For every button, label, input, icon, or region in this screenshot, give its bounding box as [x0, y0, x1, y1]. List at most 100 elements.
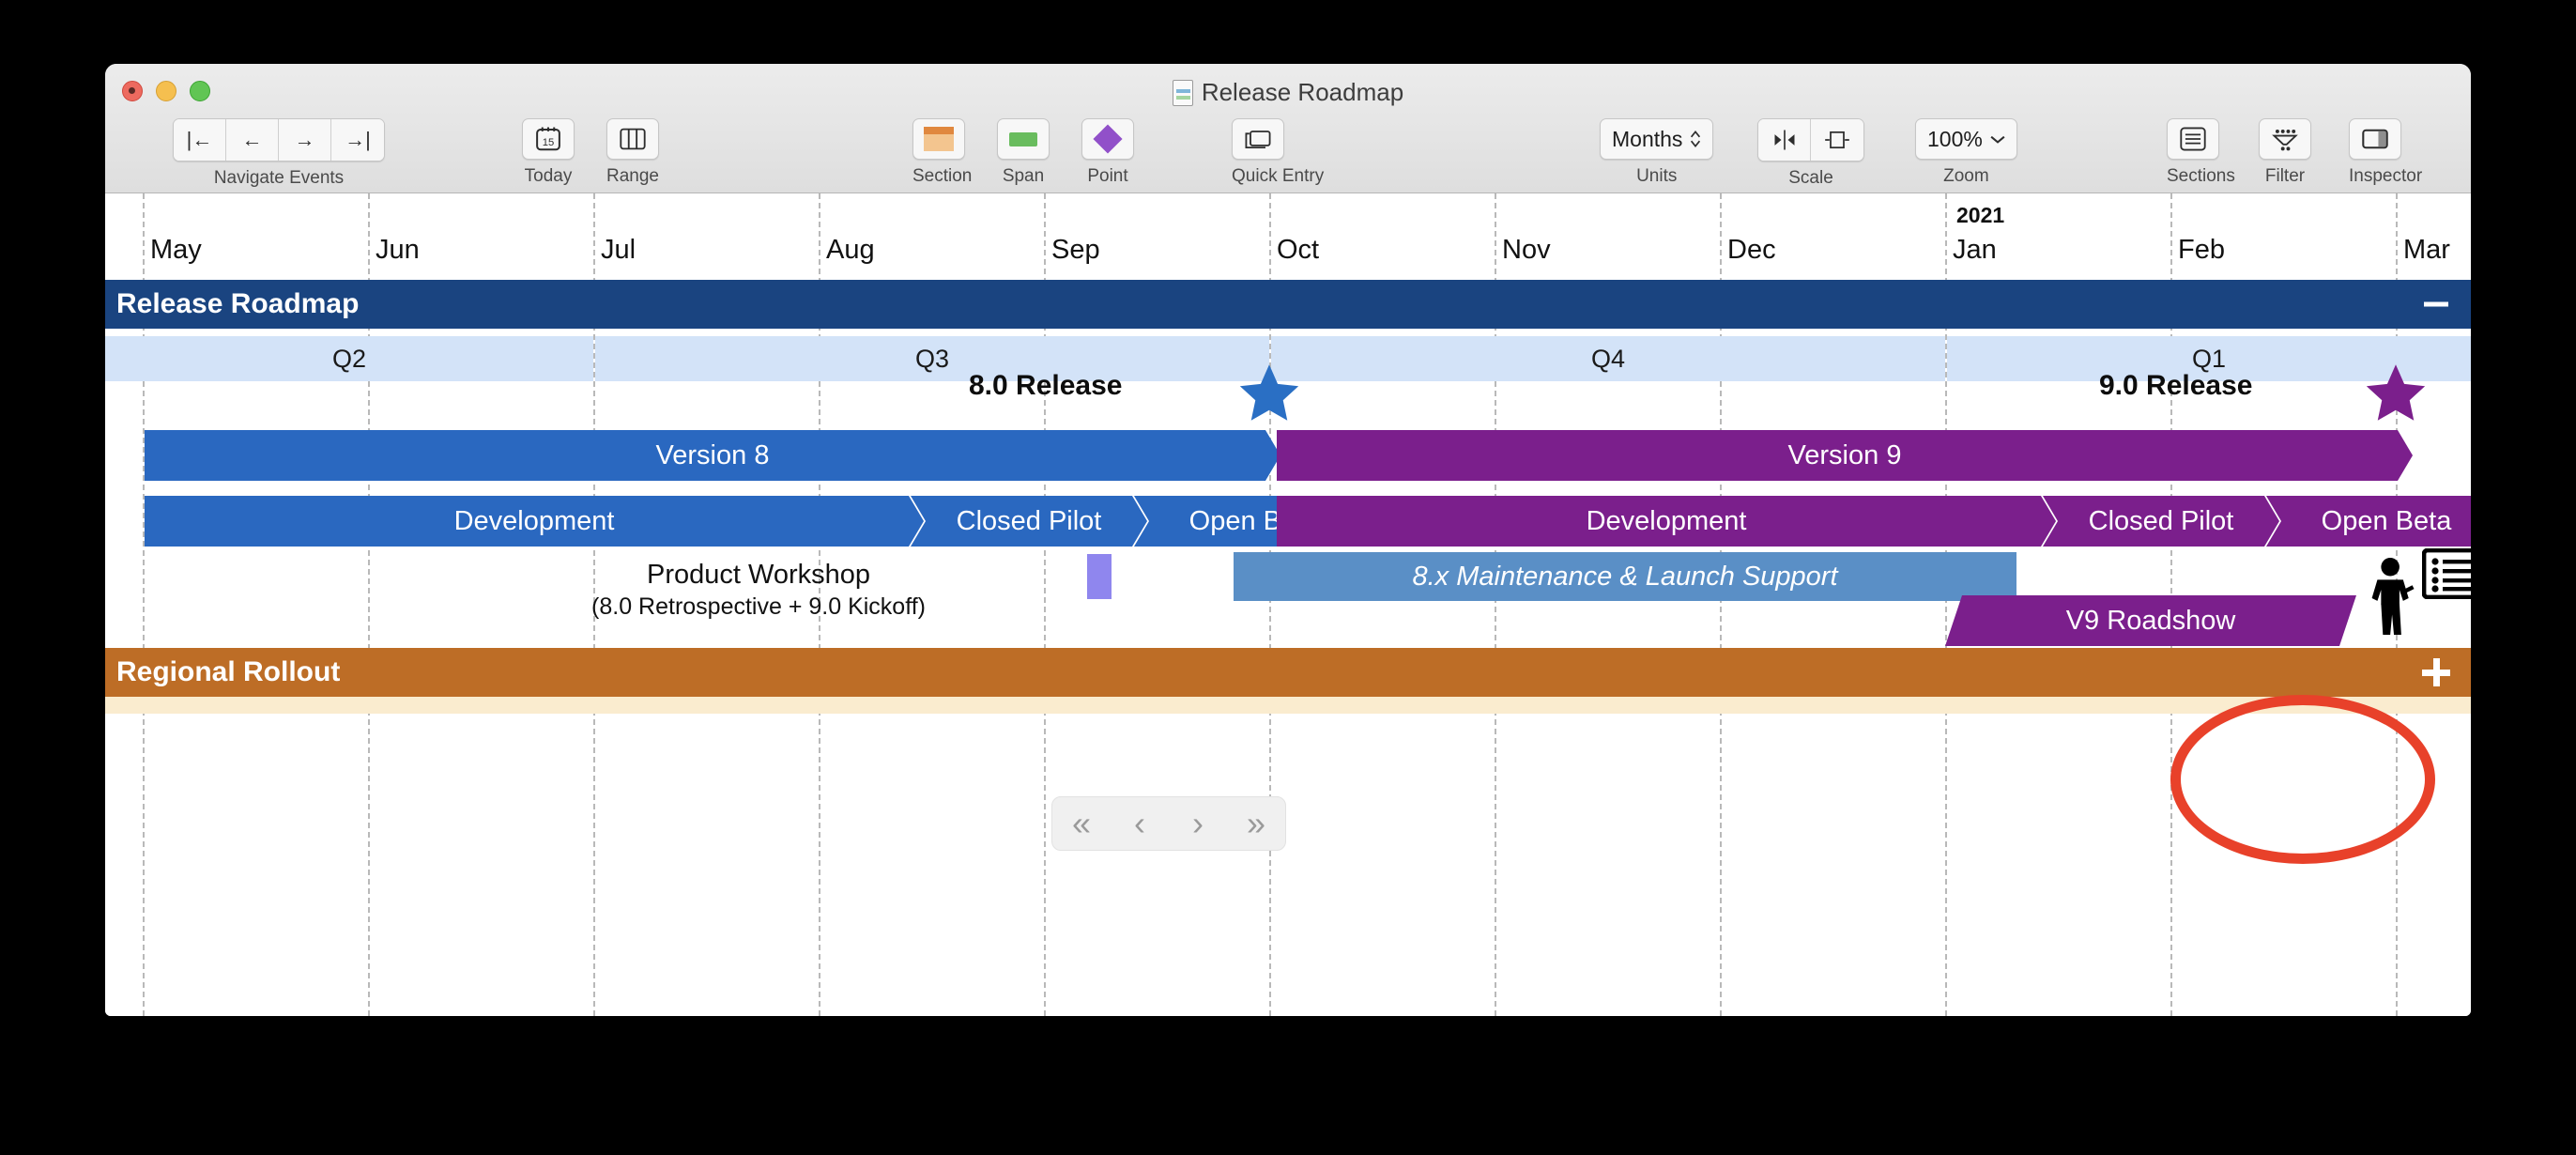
- span-label-version-9: Version 9: [1787, 439, 1902, 470]
- navigate-events-group: |← ← → →| Navigate Events: [173, 118, 385, 189]
- window-titlebar: Release Roadmap |← ← → →| Navigate Event…: [105, 64, 2471, 193]
- point-label: Point: [1087, 166, 1128, 186]
- last-event-button[interactable]: →|: [331, 119, 384, 161]
- milestone-label-9-0-release[interactable]: 9.0 Release: [2099, 370, 2252, 402]
- quick-entry-button[interactable]: [1232, 118, 1284, 160]
- milestone-star-9-0-release[interactable]: [2362, 361, 2430, 424]
- span-v8-closed-pilot[interactable]: Closed Pilot: [911, 496, 1147, 547]
- scale-expand-button[interactable]: [1811, 119, 1863, 161]
- product-workshop-marker[interactable]: [1087, 554, 1112, 599]
- quarter-label-q3: Q3: [914, 344, 950, 373]
- previous-event-button[interactable]: ←: [226, 119, 279, 161]
- list-panel-icon: [2180, 127, 2206, 151]
- app-window: Release Roadmap |← ← → →| Navigate Event…: [105, 64, 2471, 1016]
- units-label: Units: [1636, 166, 1678, 186]
- scale-out-icon: [1825, 131, 1849, 149]
- product-workshop-title: Product Workshop: [646, 560, 871, 590]
- zoom-label: Zoom: [1943, 166, 1989, 186]
- page-previous-icon: ‹: [1134, 804, 1145, 842]
- window-title-text: Release Roadmap: [1201, 78, 1404, 106]
- span-label-v9-roadshow: V9 Roadshow: [2065, 605, 2236, 636]
- page-next-button[interactable]: ›: [1169, 797, 1227, 850]
- section-header-release-roadmap[interactable]: Release Roadmap: [105, 280, 2471, 329]
- sections-label: Sections: [2167, 166, 2235, 186]
- inspector-label: Inspector: [2349, 166, 2423, 186]
- navigate-events-segmented: |← ← → →|: [173, 118, 385, 162]
- scale-segmented: [1757, 118, 1864, 162]
- filter-group: Filter: [2259, 118, 2311, 187]
- zoom-value: 100%: [1927, 126, 1983, 151]
- span-v9-open-beta[interactable]: Open Beta: [2266, 496, 2471, 547]
- point-group: Point: [1081, 118, 1134, 187]
- span-version-9[interactable]: Version 9: [1277, 430, 2413, 481]
- zoom-group: 100% Zoom: [1915, 118, 2017, 187]
- timeline-header: 2021 May Jun Jul Aug Sep Oct Nov Dec Jan…: [105, 193, 2471, 280]
- add-section-button[interactable]: [2422, 658, 2450, 686]
- span-label-8x-maintenance: 8.x Maintenance & Launch Support: [1412, 561, 1838, 592]
- month-label-oct: Oct: [1277, 235, 1320, 265]
- inspector-button[interactable]: [2349, 118, 2401, 160]
- span-v9-roadshow[interactable]: V9 Roadshow: [1945, 595, 2356, 646]
- month-label-may: May: [150, 235, 202, 265]
- milestone-label-8-0-release[interactable]: 8.0 Release: [969, 370, 1122, 402]
- quarter-label-q2: Q2: [331, 344, 367, 373]
- scale-label: Scale: [1788, 168, 1833, 188]
- range-button[interactable]: [606, 118, 659, 160]
- page-first-button[interactable]: «: [1052, 797, 1111, 850]
- quarter-label-q4: Q4: [1590, 344, 1626, 373]
- span-version-8[interactable]: Version 8: [145, 430, 1280, 481]
- inspector-group: Inspector: [2349, 118, 2422, 187]
- span-label: Span: [1002, 166, 1045, 186]
- span-v8-development[interactable]: Development: [145, 496, 924, 547]
- cards-icon: [1245, 131, 1271, 149]
- quick-entry-label: Quick Entry: [1232, 166, 1325, 186]
- month-label-feb: Feb: [2178, 235, 2225, 265]
- range-group: Range: [606, 118, 659, 187]
- quarter-band-q4: Q4: [1271, 336, 1945, 381]
- today-button[interactable]: 15: [522, 118, 575, 160]
- quick-entry-group: Quick Entry: [1232, 118, 1324, 187]
- funnel-icon: [2272, 129, 2298, 151]
- add-section-tool-button[interactable]: [912, 118, 965, 160]
- span-v9-closed-pilot[interactable]: Closed Pilot: [2043, 496, 2279, 547]
- month-label-mar: Mar: [2403, 235, 2450, 265]
- columns-icon: [620, 128, 646, 150]
- last-event-icon: →|: [345, 128, 371, 151]
- product-workshop-subtitle: (8.0 Retrospective + 9.0 Kickoff): [591, 593, 926, 620]
- section-header-regional-rollout[interactable]: Regional Rollout: [105, 648, 2471, 697]
- chevron-down-icon: [1990, 135, 2005, 144]
- month-label-jan: Jan: [1953, 235, 1997, 265]
- timeline-canvas[interactable]: 2021 May Jun Jul Aug Sep Oct Nov Dec Jan…: [105, 193, 2471, 1016]
- units-value: Months: [1612, 126, 1683, 151]
- sections-group: Sections: [2167, 118, 2235, 187]
- pagination-control: « ‹ › »: [1051, 796, 1286, 851]
- scale-in-icon: [1774, 130, 1794, 150]
- scale-shrink-button[interactable]: [1758, 119, 1811, 161]
- page-last-button[interactable]: »: [1227, 797, 1285, 850]
- span-label-v9-development: Development: [1586, 505, 1747, 536]
- first-event-button[interactable]: |←: [174, 119, 226, 161]
- sections-button[interactable]: [2167, 118, 2219, 160]
- units-popup-button[interactable]: Months: [1600, 118, 1714, 160]
- today-group: 15 Today: [522, 118, 575, 187]
- filter-label: Filter: [2264, 166, 2306, 186]
- span-label-v8-closed-pilot: Closed Pilot: [956, 505, 1102, 536]
- month-label-nov: Nov: [1502, 235, 1551, 265]
- page-previous-button[interactable]: ‹: [1111, 797, 1169, 850]
- collapse-section-button[interactable]: [2424, 301, 2448, 307]
- zoom-popup-button[interactable]: 100%: [1915, 118, 2017, 160]
- section-label: Section: [912, 166, 973, 186]
- span-v9-development[interactable]: Development: [1277, 496, 2056, 547]
- add-point-tool-button[interactable]: [1081, 118, 1134, 160]
- next-event-icon: →: [294, 128, 315, 151]
- next-event-button[interactable]: →: [279, 119, 331, 161]
- filter-button[interactable]: [2259, 118, 2311, 160]
- right-panel-icon: [2362, 129, 2388, 149]
- updown-chevron-icon: [1691, 130, 1701, 148]
- month-label-aug: Aug: [826, 235, 875, 265]
- section-title-regional-rollout: Regional Rollout: [116, 656, 341, 687]
- span-8x-maintenance[interactable]: 8.x Maintenance & Launch Support: [1234, 552, 2016, 601]
- milestone-star-8-0-release[interactable]: [1235, 361, 1303, 424]
- add-span-tool-button[interactable]: [997, 118, 1050, 160]
- month-label-jun: Jun: [376, 235, 420, 265]
